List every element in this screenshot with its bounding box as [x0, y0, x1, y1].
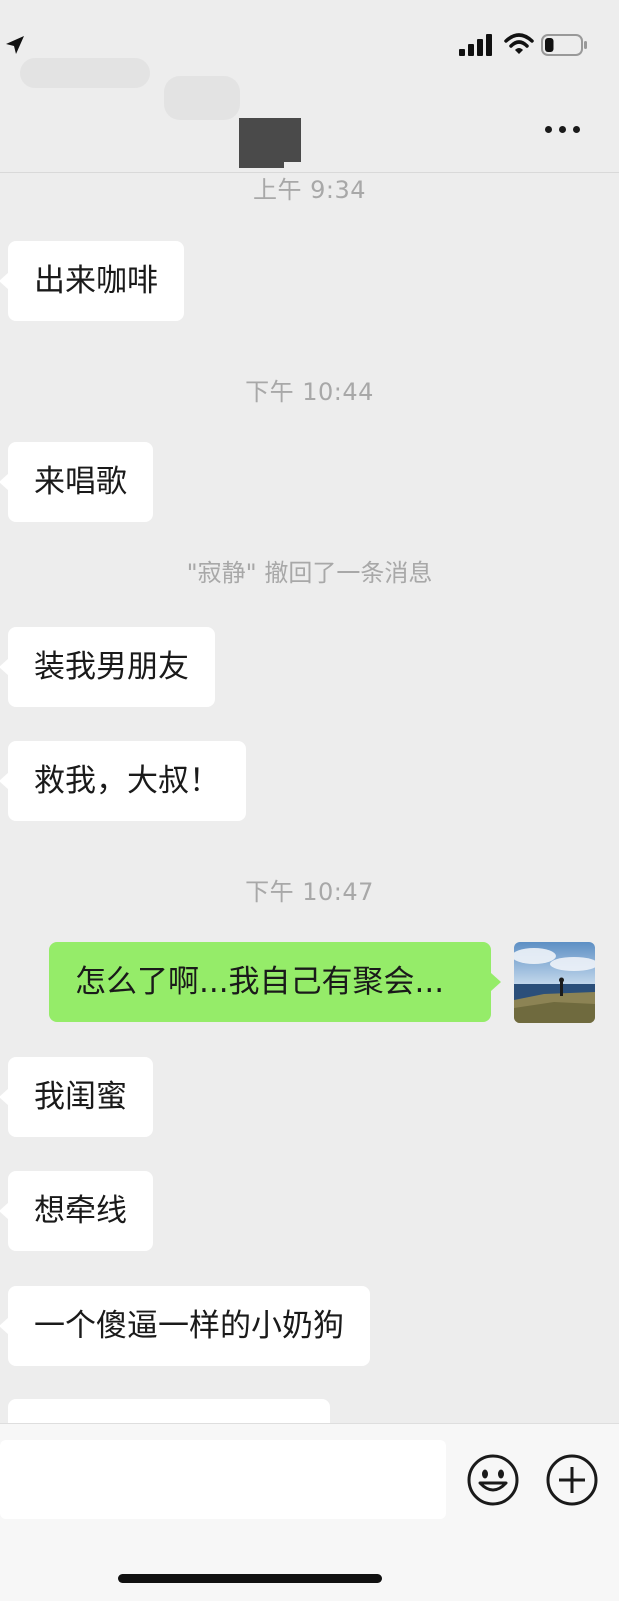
plus-circle-icon[interactable]	[545, 1453, 599, 1507]
blurred-area	[164, 76, 240, 120]
incoming-message-bubble[interactable]: 出来咖啡	[0, 241, 184, 321]
wifi-icon	[504, 33, 534, 54]
timestamp: 下午 10:47	[245, 878, 374, 906]
avatar-photo-icon	[514, 942, 595, 1023]
nav-bar	[0, 58, 619, 173]
battery-icon	[541, 34, 587, 56]
smiley-face-icon[interactable]	[466, 1453, 520, 1507]
blurred-area	[20, 58, 150, 88]
home-indicator[interactable]	[118, 1574, 382, 1583]
incoming-message-bubble[interactable]: 救我，大叔！	[0, 741, 246, 821]
incoming-message-bubble[interactable]: 想牵线	[0, 1171, 153, 1251]
timestamp: 下午 10:44	[245, 378, 374, 406]
recall-notice: "寂静" 撤回了一条消息	[186, 559, 433, 587]
redacted-contact-name[interactable]	[239, 118, 301, 168]
ellipsis-icon[interactable]	[541, 120, 585, 140]
cellular-signal-icon	[459, 34, 492, 56]
incoming-message-bubble[interactable]: 装我男朋友	[0, 627, 215, 707]
incoming-message-bubble[interactable]: 一个傻逼一样的小奶狗	[0, 1286, 370, 1366]
outgoing-message-bubble[interactable]: 怎么了啊...我自己有聚会...	[49, 942, 501, 1022]
timestamp: 上午 9:34	[252, 176, 367, 204]
incoming-message-bubble[interactable]: 来唱歌	[0, 442, 153, 522]
user-avatar[interactable]	[514, 942, 595, 1023]
location-arrow-icon	[6, 36, 24, 54]
incoming-message-bubble[interactable]: 我闺蜜	[0, 1057, 153, 1137]
message-input[interactable]	[0, 1440, 446, 1519]
